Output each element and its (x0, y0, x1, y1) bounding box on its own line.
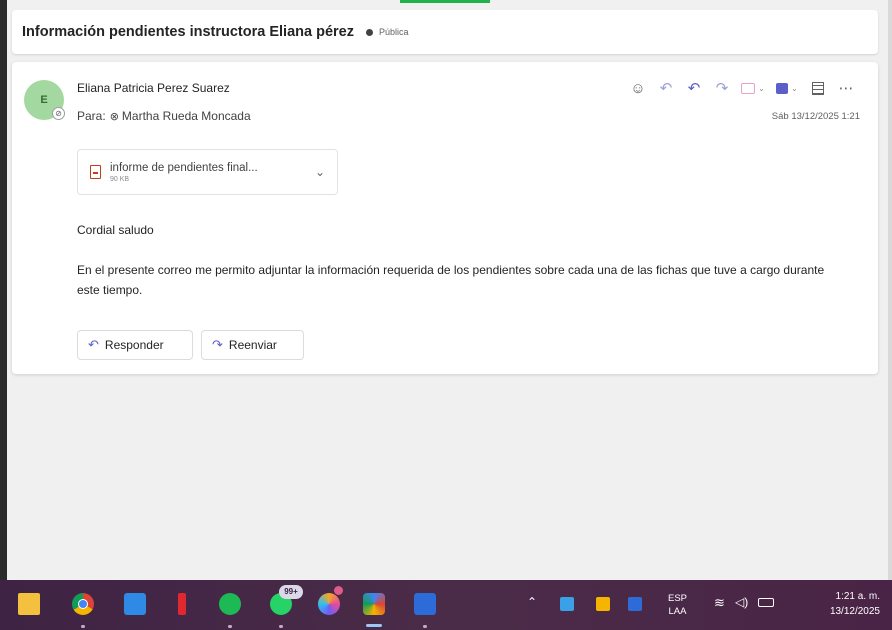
chevron-down-icon[interactable]: ⌄ (315, 165, 325, 179)
immersive-reader-icon[interactable] (804, 76, 832, 100)
attachment-info: informe de pendientes final... 90 KB (110, 162, 258, 183)
wifi-icon[interactable]: ≋ (714, 595, 725, 611)
outlook-icon[interactable] (414, 593, 436, 615)
running-indicator (81, 625, 85, 628)
clock-time: 1:21 a. m. (835, 591, 880, 602)
forward-label: Reenviar (228, 338, 277, 352)
avatar-initial: E (40, 94, 48, 106)
subject-header: Información pendientes instructora Elian… (12, 10, 878, 54)
pdf-file-icon (90, 165, 101, 179)
top-accent-bar (400, 0, 490, 3)
message-card: E ⊘ Eliana Patricia Perez Suarez Para: ⊗ M… (12, 62, 878, 374)
onedrive-icon[interactable] (560, 597, 574, 611)
reply-icon[interactable]: ↶ (652, 76, 680, 100)
window-frame-left (0, 0, 7, 580)
clock-date: 13/12/2025 (829, 606, 880, 617)
message-toolbar: ☺ ↶ ↶ ↷ ⌄ ⌄ ⋯ (624, 76, 860, 100)
sender-name[interactable]: Eliana Patricia Perez Suarez (77, 81, 230, 95)
sensitivity-text: Pública (378, 27, 409, 37)
chrome-profile-icon[interactable] (363, 593, 385, 615)
recipient-line: Para: ⊗ Martha Rueda Moncada (77, 109, 251, 123)
emoji-icon[interactable]: ☺ (624, 76, 652, 100)
speaker-icon[interactable]: ◁) (735, 595, 748, 609)
reply-button[interactable]: ↶ Responder (77, 330, 193, 360)
attachment-name: informe de pendientes final... (110, 161, 258, 174)
more-icon[interactable]: ⋯ (832, 76, 860, 100)
sensitivity-dot-icon (365, 28, 373, 36)
recipient-name[interactable]: Martha Rueda Moncada (122, 109, 251, 123)
battery-icon[interactable] (758, 598, 774, 607)
file-explorer-icon[interactable] (18, 593, 40, 615)
window-frame-right (888, 0, 892, 580)
calculator-icon[interactable] (124, 593, 146, 615)
reply-label: Responder (104, 338, 164, 352)
lang-layout: LAA (668, 606, 687, 617)
active-app-indicator (366, 624, 382, 627)
running-indicator (279, 625, 283, 628)
forward-button[interactable]: ↷ Reenviar (201, 330, 304, 360)
email-subject: Información pendientes instructora Elian… (22, 24, 354, 40)
notification-dot-icon (334, 586, 343, 595)
notification-badge: 99+ (279, 585, 303, 599)
spotify-icon[interactable] (219, 593, 241, 615)
windows-taskbar: 99+ ⌃ ESP LAA ≋ ◁) 1:21 a. m. 13/12/2025 (0, 580, 892, 630)
reply-arrow-icon: ↶ (88, 337, 99, 352)
forward-arrow-icon: ↷ (212, 337, 223, 352)
attachment-size: 90 KB (110, 175, 130, 183)
teams-icon[interactable]: ⌄ (770, 76, 804, 100)
chevron-up-icon[interactable]: ⌃ (527, 595, 537, 609)
lang-code: ESP (668, 593, 688, 604)
recipient-status-icon: ⊗ (109, 111, 119, 123)
red-app-icon[interactable] (178, 593, 186, 615)
tray-security-icon[interactable] (628, 597, 642, 611)
chrome-icon[interactable] (72, 593, 94, 615)
copilot-icon[interactable] (318, 593, 340, 615)
presence-badge-icon: ⊘ (52, 107, 65, 120)
message-timestamp: Sáb 13/12/2025 1:21 (771, 111, 860, 122)
system-clock[interactable]: 1:21 a. m. 13/12/2025 (830, 589, 880, 619)
apps-icon[interactable]: ⌄ (736, 76, 770, 100)
tray-app-icon[interactable] (596, 597, 610, 611)
body-paragraph: En el presente correo me permito adjunta… (77, 263, 825, 297)
attachment-card[interactable]: informe de pendientes final... 90 KB ⌄ (77, 149, 338, 195)
forward-icon[interactable]: ↷ (708, 76, 736, 100)
input-language[interactable]: ESP LAA (668, 592, 687, 618)
to-prefix: Para: (77, 109, 106, 123)
running-indicator (423, 625, 427, 628)
body-greeting: Cordial saludo (77, 223, 154, 237)
reply-all-icon[interactable]: ↶ (680, 76, 708, 100)
sensitivity-label[interactable]: Pública (365, 27, 409, 37)
running-indicator (228, 625, 232, 628)
